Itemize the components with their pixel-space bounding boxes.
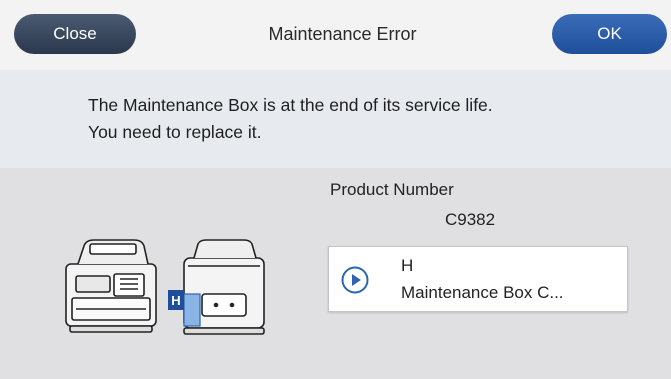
ok-button[interactable]: OK (552, 14, 667, 54)
part-name: Maintenance Box C... (401, 283, 564, 302)
position-letter: H (171, 293, 180, 308)
maintenance-box-highlight: H (168, 290, 201, 327)
dialog-title: Maintenance Error (268, 24, 417, 44)
product-number-value: C9382 (445, 210, 496, 229)
error-message-line-2: You need to replace it. (88, 122, 262, 142)
close-button[interactable]: Close (14, 14, 136, 54)
error-message-line-1: The Maintenance Box is at the end of its… (88, 95, 493, 115)
play-circle-icon (341, 266, 369, 294)
title-bar: Close Maintenance Error OK (0, 0, 671, 70)
part-position-letter: H (401, 256, 414, 275)
error-message: The Maintenance Box is at the end of its… (88, 92, 648, 146)
message-panel: The Maintenance Box is at the end of its… (0, 70, 671, 168)
part-info-panel: Product Number C9382 H H Maintenance Box… (0, 168, 671, 379)
maintenance-box-part-item[interactable]: H Maintenance Box C... (328, 246, 628, 312)
printer-illustration: H (65, 239, 265, 335)
printer-front-icon (65, 239, 157, 333)
product-number-label: Product Number (330, 180, 454, 199)
